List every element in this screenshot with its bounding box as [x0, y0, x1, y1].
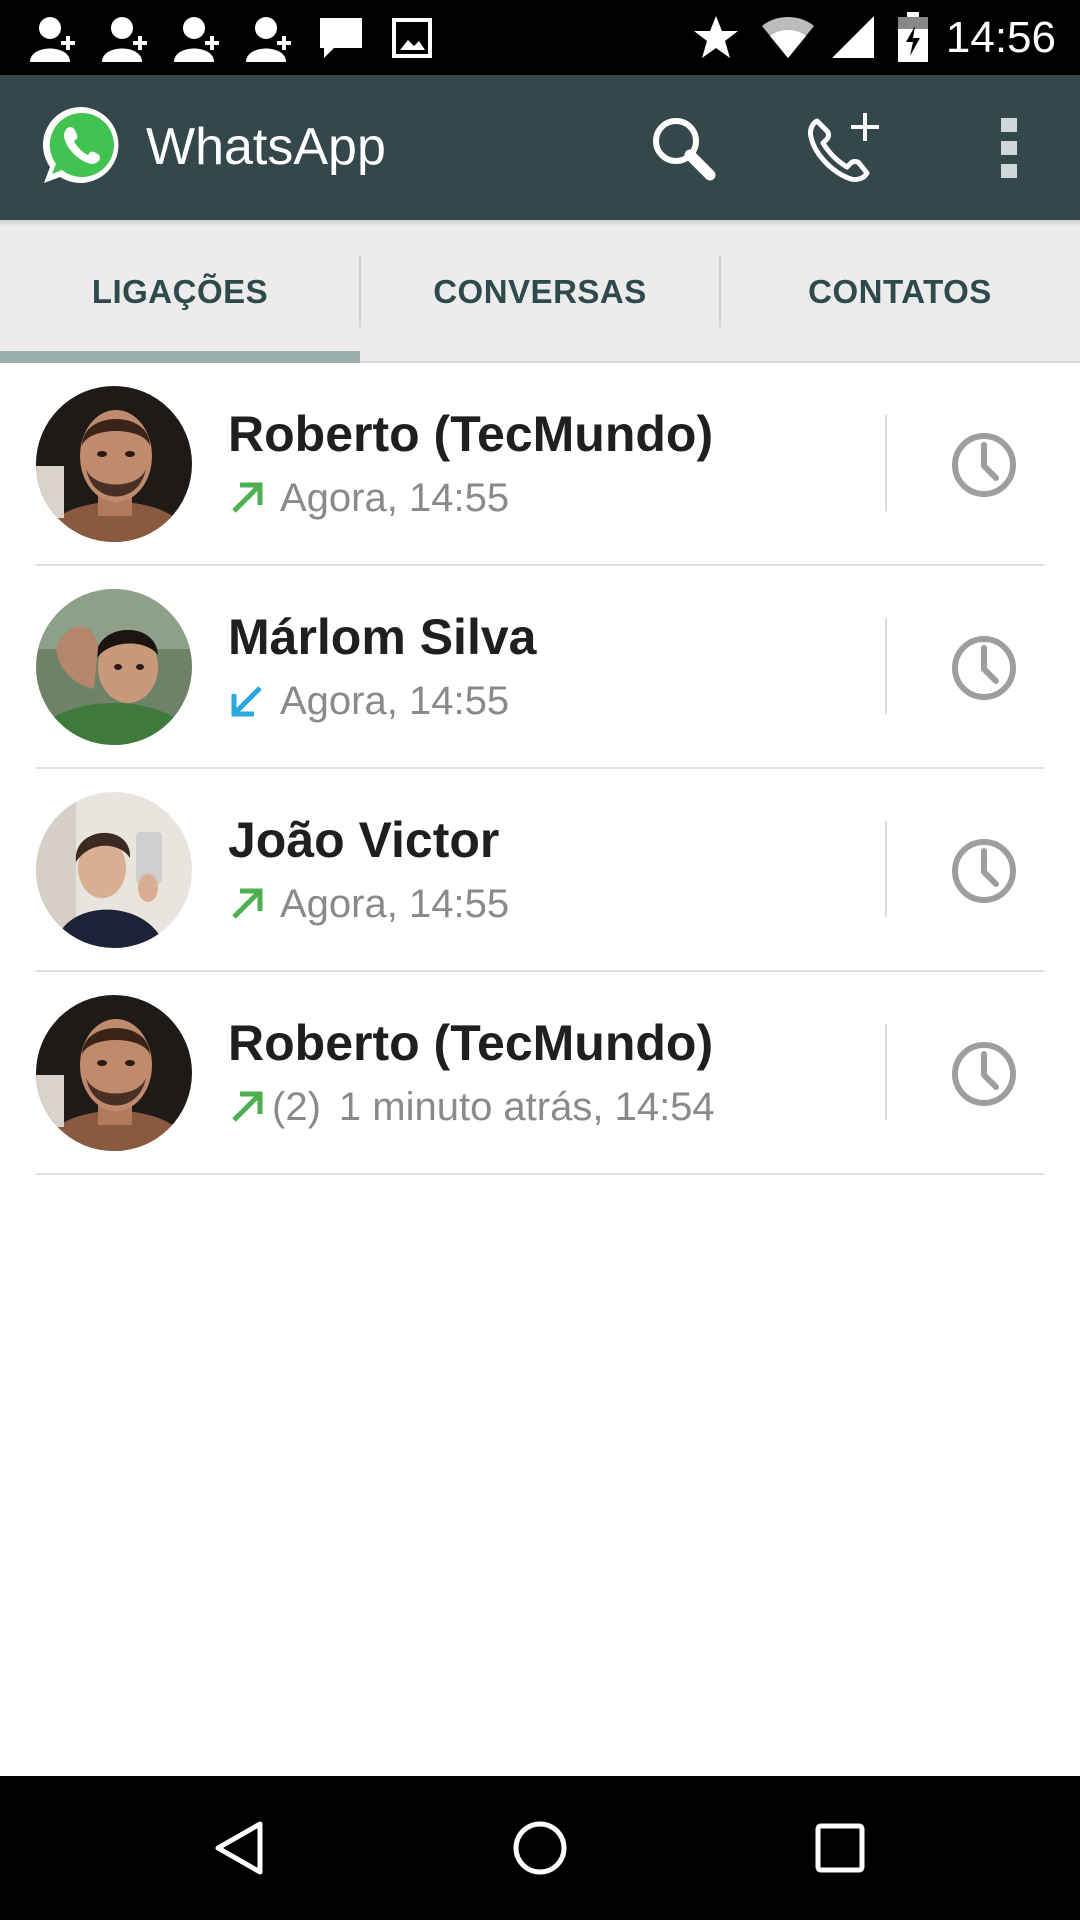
- status-bar: 14:56: [0, 0, 1080, 75]
- clock-icon: [952, 1042, 1016, 1106]
- home-icon: [513, 1821, 567, 1875]
- recents-icon: [815, 1823, 865, 1873]
- call-list-item[interactable]: Roberto (TecMundo) Agora, 14:55: [0, 363, 1080, 566]
- back-button[interactable]: [150, 1776, 330, 1920]
- tab-divider: [719, 255, 721, 327]
- avatar[interactable]: [36, 792, 192, 948]
- battery-charging-icon: [898, 12, 928, 62]
- call-list: Roberto (TecMundo) Agora, 14:55 Márlom S…: [0, 363, 1080, 1175]
- call-history-button[interactable]: [920, 606, 1048, 730]
- navigation-bar: [0, 1776, 1080, 1920]
- person-add-icon: [102, 17, 147, 62]
- tab-ligacoes[interactable]: LIGAÇÕES: [0, 220, 360, 363]
- avatar[interactable]: [36, 386, 192, 542]
- home-button[interactable]: [450, 1776, 630, 1920]
- call-time: Agora, 14:55: [280, 881, 510, 926]
- tab-divider: [359, 255, 361, 327]
- contact-name: Roberto (TecMundo): [228, 1015, 714, 1071]
- call-count: (2): [272, 1084, 321, 1129]
- tab-conversas[interactable]: CONVERSAS: [360, 220, 720, 363]
- overflow-menu-icon: [1001, 117, 1017, 178]
- row-divider: [885, 1024, 887, 1120]
- app-title: WhatsApp: [146, 118, 386, 176]
- back-icon: [215, 1821, 263, 1875]
- call-time: 1 minuto atrás, 14:54: [338, 1084, 715, 1129]
- tab-selected-indicator: [0, 351, 360, 363]
- search-icon: [653, 117, 716, 180]
- image-icon: [392, 18, 432, 58]
- incoming-call-icon: [231, 686, 262, 717]
- call-time: Agora, 14:55: [280, 475, 510, 520]
- avatar[interactable]: [36, 589, 192, 745]
- overflow-menu-button[interactable]: [954, 75, 1064, 220]
- signal-icon: [832, 16, 874, 58]
- recents-button[interactable]: [750, 1776, 930, 1920]
- status-time: 14:56: [945, 13, 1056, 62]
- add-call-button[interactable]: [790, 75, 900, 220]
- contact-name: João Victor: [228, 812, 500, 868]
- wifi-icon: [762, 17, 814, 58]
- action-bar-shadow: [0, 220, 1080, 226]
- call-history-button[interactable]: [920, 1012, 1048, 1136]
- call-list-item[interactable]: João Victor Agora, 14:55: [0, 769, 1080, 972]
- call-list-item[interactable]: Roberto (TecMundo) (2) 1 minuto atrás, 1…: [0, 972, 1080, 1175]
- row-divider: [885, 821, 887, 917]
- call-history-button[interactable]: [920, 809, 1048, 933]
- add-call-icon: [808, 112, 879, 182]
- star-icon: [694, 16, 738, 58]
- call-details: Agora, 14:55: [228, 473, 509, 523]
- contact-name: Roberto (TecMundo): [228, 406, 714, 462]
- row-separator: [36, 1173, 1044, 1175]
- action-bar: WhatsApp: [0, 75, 1080, 220]
- contact-name: Márlom Silva: [228, 609, 537, 665]
- message-icon: [320, 18, 362, 58]
- outgoing-call-icon: [232, 1091, 263, 1122]
- outgoing-call-icon: [232, 482, 263, 513]
- clock-icon: [952, 433, 1016, 497]
- whatsapp-logo-icon[interactable]: [40, 103, 124, 187]
- row-divider: [885, 618, 887, 714]
- person-add-icon: [30, 17, 75, 62]
- call-history-button[interactable]: [920, 403, 1048, 527]
- call-list-item[interactable]: Márlom Silva Agora, 14:55: [0, 566, 1080, 769]
- tab-contatos[interactable]: CONTATOS: [720, 220, 1080, 363]
- call-time: Agora, 14:55: [280, 678, 510, 723]
- person-add-icon: [246, 17, 291, 62]
- row-divider: [885, 415, 887, 511]
- clock-icon: [952, 839, 1016, 903]
- call-details: Agora, 14:55: [228, 879, 509, 929]
- call-details: (2) 1 minuto atrás, 14:54: [228, 1082, 715, 1132]
- search-button[interactable]: [628, 75, 738, 220]
- clock-icon: [952, 636, 1016, 700]
- outgoing-call-icon: [232, 888, 263, 919]
- person-add-icon: [174, 17, 219, 62]
- avatar[interactable]: [36, 995, 192, 1151]
- tab-bar: LIGAÇÕES CONVERSAS CONTATOS: [0, 220, 1080, 363]
- call-details: Agora, 14:55: [228, 676, 509, 726]
